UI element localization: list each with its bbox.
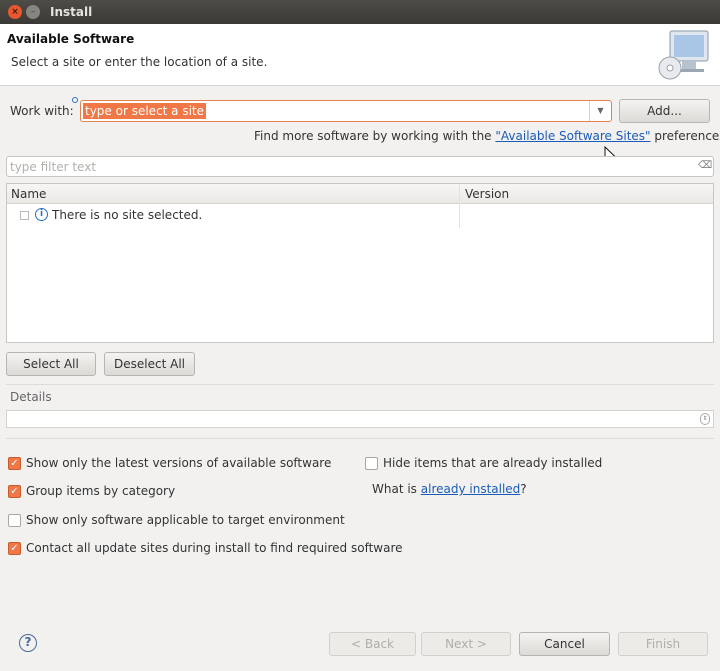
what-is-prefix: What is bbox=[372, 482, 421, 496]
hide-installed-label[interactable]: Hide items that are already installed bbox=[383, 456, 602, 470]
work-with-combo[interactable]: type or select a site ▼ bbox=[80, 100, 612, 122]
find-more-prefix: Find more software by working with the bbox=[254, 129, 496, 143]
install-wizard-icon bbox=[658, 30, 709, 80]
finish-button[interactable]: Finish bbox=[618, 632, 708, 656]
help-icon[interactable]: ? bbox=[19, 634, 37, 652]
already-installed-link[interactable]: already installed bbox=[421, 482, 521, 496]
wizard-header: Available Software Select a site or ente… bbox=[0, 24, 720, 86]
add-button[interactable]: Add... bbox=[619, 99, 710, 123]
contact-update-sites-label[interactable]: Contact all update sites during install … bbox=[26, 541, 403, 555]
what-is-installed-text: What is already installed? bbox=[372, 482, 527, 496]
latest-versions-checkbox[interactable]: ✓ bbox=[8, 457, 21, 470]
cancel-button[interactable]: Cancel bbox=[519, 632, 610, 656]
page-subtitle: Select a site or enter the location of a… bbox=[11, 55, 268, 69]
window-titlebar: × – Install bbox=[0, 0, 720, 24]
find-more-suffix: preferences. bbox=[654, 129, 720, 143]
work-with-label: Work with: bbox=[10, 104, 74, 118]
next-button[interactable]: Next > bbox=[421, 632, 511, 656]
window-title: Install bbox=[50, 5, 93, 19]
clear-filter-icon[interactable]: ⌫ bbox=[698, 160, 712, 172]
filter-placeholder: type filter text bbox=[10, 160, 97, 174]
group-by-category-label[interactable]: Group items by category bbox=[26, 484, 175, 498]
table-header: Name Version bbox=[7, 184, 713, 204]
hide-installed-checkbox[interactable] bbox=[365, 457, 378, 470]
table-row[interactable]: i There is no site selected. bbox=[7, 205, 713, 225]
back-button[interactable]: < Back bbox=[329, 632, 416, 656]
chevron-down-icon[interactable]: ▼ bbox=[589, 101, 611, 121]
row-name: There is no site selected. bbox=[52, 208, 203, 222]
window-minimize-button[interactable]: – bbox=[26, 5, 40, 19]
select-all-button[interactable]: Select All bbox=[6, 352, 96, 376]
info-icon: i bbox=[35, 208, 48, 221]
available-software-sites-link[interactable]: "Available Software Sites" bbox=[495, 129, 650, 143]
page-title: Available Software bbox=[7, 32, 135, 46]
software-tree-table[interactable]: Name Version i There is no site selected… bbox=[6, 183, 714, 343]
row-checkbox[interactable] bbox=[20, 211, 29, 220]
target-environment-label[interactable]: Show only software applicable to target … bbox=[26, 513, 345, 527]
content-assist-hint-icon bbox=[72, 97, 78, 103]
details-text-area[interactable]: ⇕ bbox=[6, 410, 714, 428]
divider bbox=[6, 438, 714, 439]
scroll-spinner-icon[interactable]: ⇕ bbox=[700, 413, 710, 425]
column-header-name[interactable]: Name bbox=[11, 187, 46, 201]
divider bbox=[6, 384, 714, 385]
what-is-suffix: ? bbox=[520, 482, 527, 496]
deselect-all-button[interactable]: Deselect All bbox=[104, 352, 195, 376]
window-close-button[interactable]: × bbox=[8, 5, 22, 19]
find-more-text: Find more software by working with the "… bbox=[254, 129, 720, 143]
column-header-version[interactable]: Version bbox=[465, 187, 509, 201]
group-by-category-checkbox[interactable]: ✓ bbox=[8, 485, 21, 498]
target-environment-checkbox[interactable] bbox=[8, 514, 21, 527]
details-label: Details bbox=[10, 390, 52, 404]
work-with-input[interactable]: type or select a site bbox=[83, 103, 207, 119]
contact-update-sites-checkbox[interactable]: ✓ bbox=[8, 542, 21, 555]
latest-versions-label[interactable]: Show only the latest versions of availab… bbox=[26, 456, 331, 470]
filter-field[interactable]: type filter text ⌫ bbox=[6, 156, 714, 177]
